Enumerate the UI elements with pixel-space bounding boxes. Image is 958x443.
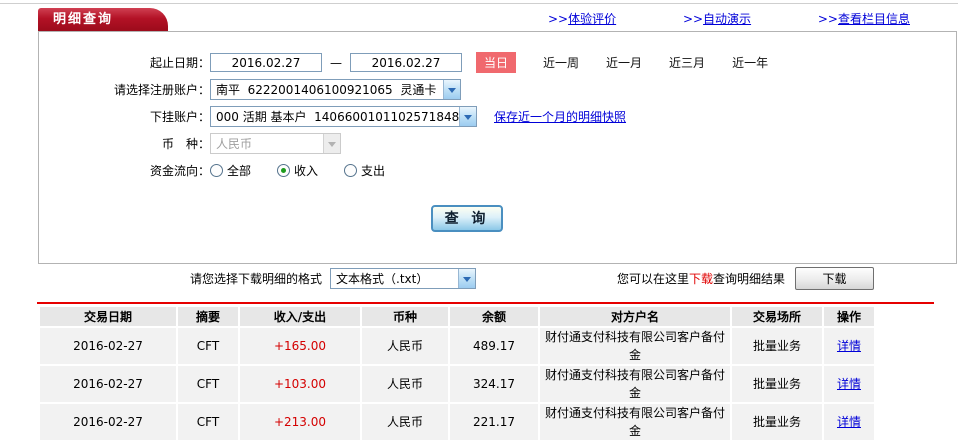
cell-counterparty: 财付通支付科技有限公司客户备付金 (540, 328, 730, 364)
flow-option-all[interactable]: 全部 (210, 162, 251, 179)
flow-option-expense[interactable]: 支出 (344, 162, 385, 179)
results-table: 交易日期 摘要 收入/支出 币种 余额 对方户名 交易场所 操作 2016-02… (38, 305, 876, 442)
date-range-row: 起止日期： — 当日 近一周 近一月 近三月 近一年 (39, 49, 956, 76)
radio-icon (344, 164, 358, 177)
col-header-date: 交易日期 (40, 307, 176, 326)
sub-account-label: 下挂账户： (149, 110, 210, 124)
cell-counterparty: 财付通支付科技有限公司客户备付金 (540, 404, 730, 440)
register-account-label: 请选择注册账户： (113, 83, 210, 97)
cell-venue: 批量业务 (732, 328, 822, 364)
cell-counterparty: 财付通支付科技有限公司客户备付金 (540, 366, 730, 402)
currency-select: 人民币 (210, 133, 341, 154)
cell-date: 2016-02-27 (40, 404, 176, 440)
cell-action: 详情 (824, 404, 874, 440)
cell-date: 2016-02-27 (40, 366, 176, 402)
detail-link[interactable]: 详情 (837, 377, 861, 391)
link-experience-review[interactable]: >>体验评价 (548, 10, 616, 27)
cell-venue: 批量业务 (732, 366, 822, 402)
chevrons-icon: >> (682, 12, 704, 26)
date-to-input[interactable] (350, 53, 462, 72)
cell-balance: 221.17 (450, 404, 538, 440)
radio-icon (210, 164, 223, 177)
fund-flow-radio-group: 全部 收入 支出 (210, 162, 411, 179)
download-format-label: 请您选择下载明细的格式 (190, 272, 323, 286)
today-badge[interactable]: 当日 (476, 52, 517, 73)
table-row: 2016-02-27 CFT +165.00 人民币 489.17 财付通支付科… (40, 328, 874, 364)
table-row: 2016-02-27 CFT +213.00 人民币 221.17 财付通支付科… (40, 404, 874, 440)
cell-currency: 人民币 (362, 366, 448, 402)
col-header-summary: 摘要 (178, 307, 238, 326)
cell-venue: 批量业务 (732, 404, 822, 440)
currency-row: 币 种： 人民币 (39, 130, 956, 157)
save-snapshot-link[interactable]: 保存近一个月的明细快照 (494, 108, 626, 125)
col-header-balance: 余额 (450, 307, 538, 326)
chevrons-icon: >> (548, 12, 569, 26)
cell-amount: +103.00 (240, 366, 360, 402)
fund-flow-row: 资金流向： 全部 收入 支出 (39, 157, 956, 184)
link-view-column-info[interactable]: >>查看栏目信息 (818, 10, 910, 27)
query-button[interactable]: 查 询 (431, 205, 503, 232)
cell-balance: 489.17 (450, 328, 538, 364)
fund-flow-label: 资金流向： (149, 164, 210, 178)
chevron-down-icon[interactable] (459, 107, 476, 126)
flow-option-income[interactable]: 收入 (277, 162, 318, 179)
download-format-select[interactable]: 文本格式（.txt） (330, 268, 476, 289)
cell-balance: 324.17 (450, 366, 538, 402)
download-row: 请您选择下载明细的格式 文本格式（.txt） 您可以在这里下载查询明细结果 下载 (0, 267, 958, 293)
sub-account-select[interactable]: 000 活期 基本户 1406600101102571848 (210, 106, 477, 127)
date-range-label: 起止日期： (149, 56, 210, 70)
currency-label: 币 种： (161, 137, 210, 151)
cell-currency: 人民币 (362, 404, 448, 440)
link-auto-demo[interactable]: >>自动演示 (683, 10, 751, 27)
table-header-row: 交易日期 摘要 收入/支出 币种 余额 对方户名 交易场所 操作 (40, 307, 874, 326)
table-row: 2016-02-27 CFT +103.00 人民币 324.17 财付通支付科… (40, 366, 874, 402)
module-tab-detail-query[interactable]: 明细查询 (38, 8, 168, 31)
chevron-down-icon (323, 134, 340, 153)
chevron-down-icon[interactable] (458, 269, 475, 288)
register-account-select[interactable]: 南平 6222001406100921065 灵通卡 (210, 79, 461, 100)
cell-action: 详情 (824, 366, 874, 402)
col-header-amount: 收入/支出 (240, 307, 360, 326)
radio-icon (277, 164, 291, 177)
top-links: >>体验评价 >>自动演示 >>查看栏目信息 (548, 10, 910, 27)
download-button[interactable]: 下载 (795, 267, 874, 290)
col-header-counterparty: 对方户名 (540, 307, 730, 326)
download-hint-red: 下载 (689, 272, 714, 286)
date-from-input[interactable] (210, 53, 322, 72)
download-hint: 您可以在这里下载查询明细结果 (617, 272, 786, 286)
register-account-row: 请选择注册账户： 南平 6222001406100921065 灵通卡 (39, 76, 956, 103)
cell-date: 2016-02-27 (40, 328, 176, 364)
top-divider (0, 3, 958, 4)
quick-range-month[interactable]: 近一月 (606, 54, 642, 71)
cell-amount: +165.00 (240, 328, 360, 364)
quick-range-quarter[interactable]: 近三月 (669, 54, 705, 71)
col-header-action: 操作 (824, 307, 874, 326)
cell-action: 详情 (824, 328, 874, 364)
detail-query-page: 明细查询 >>体验评价 >>自动演示 >>查看栏目信息 起止日期： — 当日 近… (0, 0, 958, 443)
col-header-venue: 交易场所 (732, 307, 822, 326)
sub-account-row: 下挂账户： 000 活期 基本户 1406600101102571848 保存近… (39, 103, 956, 130)
cell-amount: +213.00 (240, 404, 360, 440)
col-header-currency: 币种 (362, 307, 448, 326)
cell-summary: CFT (178, 404, 238, 440)
quick-range-week[interactable]: 近一周 (543, 54, 579, 71)
date-separator: — (330, 55, 342, 70)
chevrons-icon: >> (817, 12, 838, 26)
detail-link[interactable]: 详情 (837, 339, 861, 353)
table-top-red-divider (37, 302, 934, 304)
query-form-panel: 起止日期： — 当日 近一周 近一月 近三月 近一年 请选择注册账户： 南平 6… (38, 31, 957, 264)
cell-summary: CFT (178, 328, 238, 364)
cell-summary: CFT (178, 366, 238, 402)
detail-link[interactable]: 详情 (837, 415, 861, 429)
chevron-down-icon[interactable] (443, 80, 460, 99)
quick-range-year[interactable]: 近一年 (732, 54, 768, 71)
cell-currency: 人民币 (362, 328, 448, 364)
